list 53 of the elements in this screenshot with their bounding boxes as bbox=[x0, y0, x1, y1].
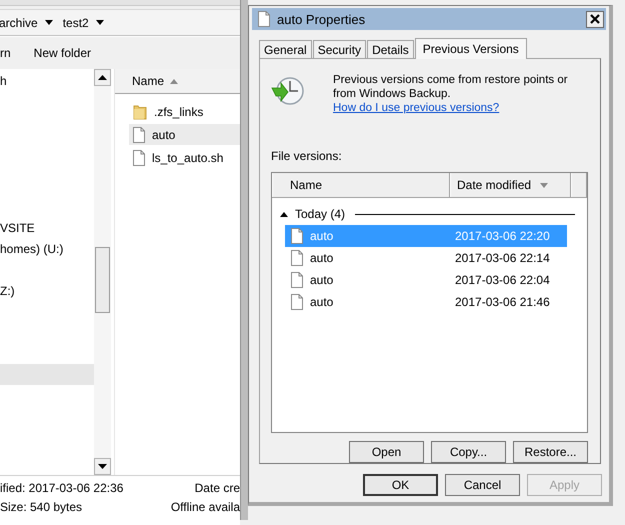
breadcrumb[interactable]: test2 bbox=[62, 16, 89, 30]
detail-text: ified: 2017-03-06 22:36 bbox=[0, 481, 124, 495]
file-row[interactable]: .zfs_links bbox=[129, 101, 240, 122]
column-header[interactable]: Name bbox=[272, 173, 450, 197]
action-button[interactable]: Restore... bbox=[513, 441, 588, 463]
file-icon bbox=[291, 272, 303, 288]
window-title: auto Properties bbox=[277, 12, 366, 26]
arrow-up-icon bbox=[98, 75, 107, 80]
tab[interactable]: General bbox=[259, 40, 312, 58]
close-icon bbox=[590, 14, 600, 24]
scroll-up-button[interactable] bbox=[94, 69, 111, 86]
file-icon bbox=[291, 228, 303, 244]
file-row[interactable]: auto bbox=[129, 124, 240, 145]
action-button[interactable]: Copy... bbox=[431, 441, 506, 463]
help-link[interactable]: How do I use previous versions? bbox=[333, 102, 500, 114]
detail-text: Size: 540 bytes bbox=[0, 500, 84, 514]
toolbar-button[interactable]: rn bbox=[0, 46, 11, 60]
file-icon bbox=[258, 11, 270, 27]
file-icon bbox=[291, 250, 303, 266]
close-button[interactable] bbox=[586, 10, 604, 28]
nav-item[interactable]: homes) (U:) bbox=[0, 242, 64, 256]
tab[interactable]: Security bbox=[312, 40, 366, 58]
column-header[interactable]: Date modified bbox=[450, 173, 571, 197]
arrow-down-icon bbox=[98, 464, 107, 469]
dialog-button[interactable]: Cancel bbox=[445, 474, 520, 496]
description-text: Previous versions come from restore points or from Windows Backup. How do I use previous versions? bbox=[333, 73, 569, 115]
file-icon bbox=[133, 126, 145, 142]
detail-text: Date cre bbox=[194, 481, 240, 495]
version-row[interactable]: auto 2017-03-06 22:04 bbox=[285, 269, 567, 291]
nav-item[interactable]: VSITE bbox=[0, 220, 35, 234]
restore-clock-icon bbox=[271, 75, 305, 107]
dropdown-icon bbox=[96, 20, 104, 25]
dropdown-icon bbox=[44, 20, 53, 25]
nav-item[interactable]: Z:) bbox=[0, 284, 15, 298]
scroll-thumb[interactable] bbox=[95, 247, 110, 313]
group-header[interactable]: Today (4) bbox=[295, 207, 346, 221]
collapse-icon[interactable] bbox=[280, 212, 288, 216]
action-button[interactable]: Open bbox=[349, 441, 424, 463]
file-icon bbox=[133, 150, 145, 166]
nav-item[interactable]: h bbox=[0, 74, 7, 88]
scrollbar[interactable] bbox=[94, 69, 111, 475]
tab[interactable]: Details bbox=[367, 40, 414, 58]
file-icon bbox=[291, 294, 303, 310]
detail-text: Offline availa bbox=[170, 500, 240, 514]
list-label: File versions: bbox=[271, 149, 343, 163]
version-row[interactable]: auto 2017-03-06 21:46 bbox=[285, 291, 567, 313]
dialog-button[interactable]: OK bbox=[363, 474, 438, 496]
scroll-down-button[interactable] bbox=[94, 458, 111, 475]
tab[interactable]: Previous Versions bbox=[414, 38, 527, 59]
version-row[interactable]: auto 2017-03-06 22:14 bbox=[285, 247, 567, 269]
folder-icon bbox=[133, 104, 147, 120]
toolbar-button[interactable]: New folder bbox=[34, 46, 92, 60]
file-row[interactable]: ls_to_auto.sh bbox=[129, 147, 240, 168]
